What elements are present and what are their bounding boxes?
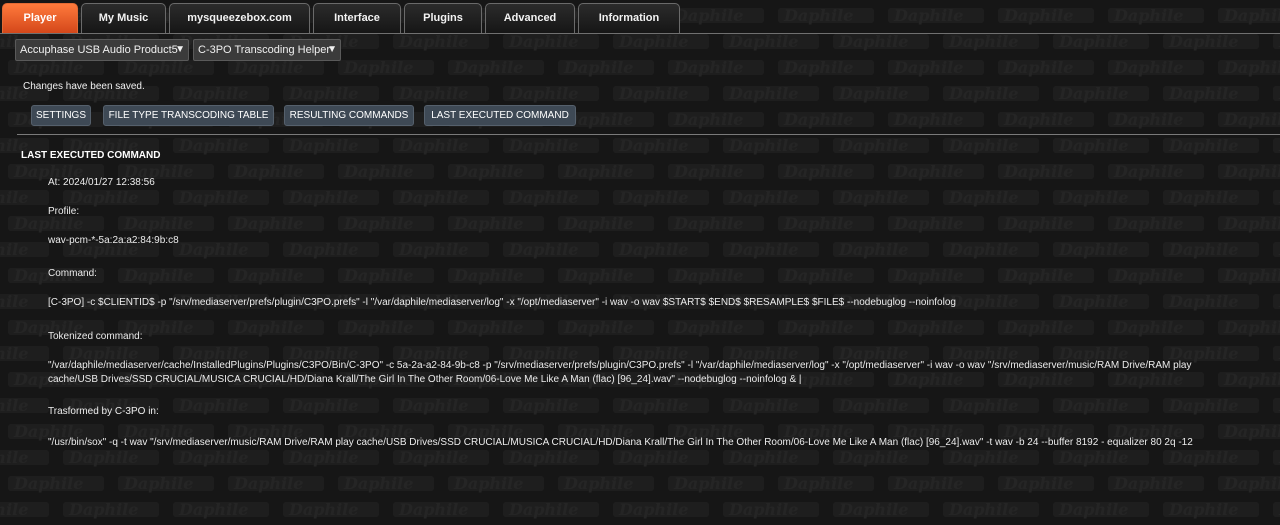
main-tab-bar: Player My Music mysqueezebox.com Interfa… (0, 0, 1280, 34)
settings-button[interactable]: SETTINGS (31, 105, 91, 126)
section-title: LAST EXECUTED COMMAND (21, 150, 161, 161)
tab-interface[interactable]: Interface (313, 3, 401, 33)
tab-mysqueezebox[interactable]: mysqueezebox.com (169, 3, 310, 33)
last-executed-command-button[interactable]: LAST EXECUTED COMMAND (424, 105, 576, 126)
command-value: [C-3PO] -c $CLIENTID$ -p "/srv/mediaserv… (48, 297, 956, 308)
tab-underline (0, 33, 1280, 34)
plugin-select-value: C-3PO Transcoding Helper (198, 44, 331, 56)
player-select[interactable]: Accuphase USB Audio Product5 ▼ (15, 39, 189, 61)
profile-value: wav-pcm-*-5a:2a:a2:84:9b:c8 (48, 235, 179, 246)
command-label: Command: (48, 268, 97, 279)
tab-my-music[interactable]: My Music (81, 3, 166, 33)
chevron-down-icon: ▼ (327, 44, 337, 55)
player-select-value: Accuphase USB Audio Product5 (20, 44, 178, 56)
tab-plugins[interactable]: Plugins (404, 3, 482, 33)
tokenized-command-label: Tokenized command: (48, 331, 143, 342)
executed-at-label: At: 2024/01/27 12:38:56 (48, 177, 155, 188)
chevron-down-icon: ▼ (175, 44, 185, 55)
resulting-commands-button[interactable]: RESULTING COMMANDS (284, 105, 414, 126)
profile-label: Profile: (48, 206, 80, 217)
file-type-transcoding-table-button[interactable]: FILE TYPE TRANSCODING TABLE (103, 105, 274, 126)
tab-advanced[interactable]: Advanced (485, 3, 575, 33)
tokenized-command-value: "/var/daphile/mediaserver/cache/Installe… (48, 360, 1192, 385)
tab-player[interactable]: Player (2, 3, 78, 33)
transformed-label: Trasformed by C-3PO in: (48, 406, 159, 417)
status-message: Changes have been saved. (23, 81, 145, 92)
transformed-value: "/usr/bin/sox" -q -t wav "/srv/mediaserv… (48, 437, 1193, 448)
plugin-select[interactable]: C-3PO Transcoding Helper ▼ (193, 39, 341, 61)
tab-information[interactable]: Information (578, 3, 680, 33)
section-divider (17, 134, 1280, 135)
